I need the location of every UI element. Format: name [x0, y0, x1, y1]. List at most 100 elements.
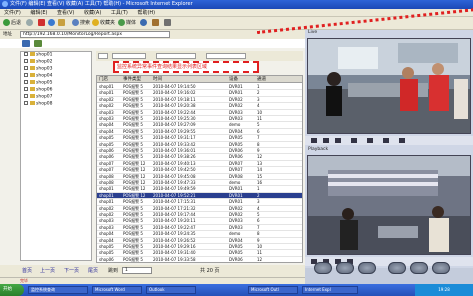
- tree-item[interactable]: shop02: [21, 59, 91, 66]
- browser-window: 文件(F) 编辑(E) 查看(V) 收藏(A) 工具(T) 帮助(H) - Mi…: [0, 0, 473, 296]
- cam-button[interactable]: [432, 262, 450, 274]
- start-button[interactable]: 开始: [0, 284, 24, 296]
- settings-icon[interactable]: [399, 138, 405, 143]
- live-camera-image: [308, 39, 470, 133]
- checkbox-icon[interactable]: [24, 80, 28, 84]
- search-button[interactable]: 搜索: [72, 19, 90, 28]
- column-header[interactable]: 门店: [99, 76, 108, 83]
- menu-help[interactable]: 帮助(H): [133, 9, 159, 17]
- back-button[interactable]: 后退: [3, 19, 21, 28]
- task-button[interactable]: Microsoft Word: [92, 286, 142, 294]
- column-header[interactable]: 设备: [229, 76, 238, 83]
- ie-icon: [2, 1, 8, 7]
- filter-bar: [96, 51, 303, 61]
- task-button[interactable]: Outlook: [146, 286, 196, 294]
- browser-toolbar: 后退 搜索 收藏夹 媒体: [0, 17, 473, 30]
- live-video[interactable]: [307, 38, 471, 134]
- checkbox-icon[interactable]: [24, 73, 28, 77]
- column-header[interactable]: 事件类型: [123, 76, 141, 83]
- filter-field[interactable]: [156, 53, 196, 59]
- mail-button[interactable]: [152, 19, 160, 28]
- history-button[interactable]: [140, 19, 148, 28]
- cam-button[interactable]: [314, 262, 332, 274]
- address-label: 地址: [3, 32, 12, 37]
- checkbox-icon[interactable]: [24, 66, 28, 70]
- tree-item[interactable]: shop07: [21, 94, 91, 101]
- forward-arrow-icon: [26, 19, 33, 26]
- play-icon[interactable]: [311, 138, 317, 143]
- column-header[interactable]: 时间: [153, 76, 162, 83]
- last-page-link[interactable]: 尾页: [88, 267, 98, 275]
- table-cell: 12: [257, 256, 263, 262]
- task-button[interactable]: Internet Expl: [302, 286, 358, 294]
- favorites-button[interactable]: 收藏夹: [92, 19, 115, 28]
- cam-button[interactable]: [358, 262, 376, 274]
- query-icon[interactable]: [22, 40, 30, 47]
- cam-button[interactable]: [410, 262, 428, 274]
- menu-view[interactable]: 查看(V): [53, 9, 78, 17]
- media-icon: [118, 19, 125, 26]
- app-toolbar: [0, 39, 305, 48]
- tree-item[interactable]: shop05: [21, 80, 91, 87]
- status-bar: 完毕: [0, 277, 305, 284]
- folder-icon: [30, 94, 35, 98]
- filter-field[interactable]: [98, 53, 108, 59]
- refresh-button[interactable]: [48, 19, 56, 28]
- checkbox-icon[interactable]: [24, 94, 28, 98]
- home-button[interactable]: [58, 19, 66, 28]
- search-icon: [72, 19, 79, 26]
- home-icon: [58, 19, 65, 26]
- stop-icon[interactable]: [323, 138, 329, 143]
- zoom-icon[interactable]: [367, 138, 373, 143]
- table-cell: DVR06: [229, 256, 243, 262]
- menu-favorites[interactable]: 收藏(A): [80, 9, 105, 17]
- media-button[interactable]: 媒体: [118, 19, 136, 28]
- address-input[interactable]: http://192.168.0.10/MonitorLog/Report.as…: [20, 31, 170, 38]
- task-button[interactable]: Microsoft Outl: [248, 286, 298, 294]
- filter-field[interactable]: [112, 53, 146, 59]
- forward-button[interactable]: [26, 19, 34, 28]
- folder-icon: [30, 59, 35, 63]
- next-page-link[interactable]: 下一页: [64, 267, 79, 275]
- snapshot-icon[interactable]: [351, 138, 357, 143]
- monitor-app: shop01 shop02 shop03 shop04 shop05 shop0…: [0, 39, 305, 284]
- mail-icon: [152, 19, 159, 26]
- folder-icon: [30, 66, 35, 70]
- print-button[interactable]: [164, 19, 172, 28]
- playback-video[interactable]: [307, 155, 471, 255]
- folder-icon: [30, 52, 35, 56]
- checkbox-icon[interactable]: [24, 101, 28, 105]
- task-button[interactable]: 监控系统查询: [28, 286, 88, 294]
- audio-icon[interactable]: [383, 138, 389, 143]
- menu-edit[interactable]: 编辑(E): [26, 9, 51, 17]
- column-header[interactable]: 通道: [257, 76, 266, 83]
- tree-item[interactable]: shop06: [21, 87, 91, 94]
- prev-page-link[interactable]: 上一页: [40, 267, 55, 275]
- filter-field[interactable]: [206, 53, 246, 59]
- playback-camera-image: [308, 156, 470, 254]
- table-row[interactable]: shop06 POS报警 5 2010-04-07 19:33:58 DVR06 12: [97, 256, 302, 262]
- checkbox-icon[interactable]: [24, 52, 28, 56]
- checkbox-icon[interactable]: [24, 87, 28, 91]
- page-input[interactable]: 1: [122, 267, 152, 274]
- export-icon[interactable]: [34, 40, 42, 47]
- history-icon: [140, 19, 147, 26]
- clock: 19:28: [438, 287, 450, 292]
- pager: 首页 上一页 下一页 尾页 跳到 1 共 20 页: [0, 265, 305, 277]
- tree-item[interactable]: shop04: [21, 73, 91, 80]
- menu-tools[interactable]: 工具(T): [107, 9, 132, 17]
- folder-icon: [30, 101, 35, 105]
- tree-item[interactable]: shop01: [21, 52, 91, 59]
- first-page-link[interactable]: 首页: [22, 267, 32, 275]
- title-bar: 文件(F) 编辑(E) 查看(V) 收藏(A) 工具(T) 帮助(H) - Mi…: [0, 0, 473, 9]
- banner-text: 监控系统异常事件查询结果显示列表区域: [117, 64, 208, 70]
- cam-button[interactable]: [336, 262, 354, 274]
- tree-item[interactable]: shop08: [21, 101, 91, 108]
- record-icon[interactable]: [335, 138, 341, 143]
- stop-button[interactable]: [38, 19, 46, 28]
- table-header: 门店 事件类型 时间 设备 通道: [97, 76, 302, 83]
- cam-button[interactable]: [388, 262, 406, 274]
- menu-file[interactable]: 文件(F): [0, 9, 25, 17]
- tree-item[interactable]: shop03: [21, 66, 91, 73]
- checkbox-icon[interactable]: [24, 59, 28, 63]
